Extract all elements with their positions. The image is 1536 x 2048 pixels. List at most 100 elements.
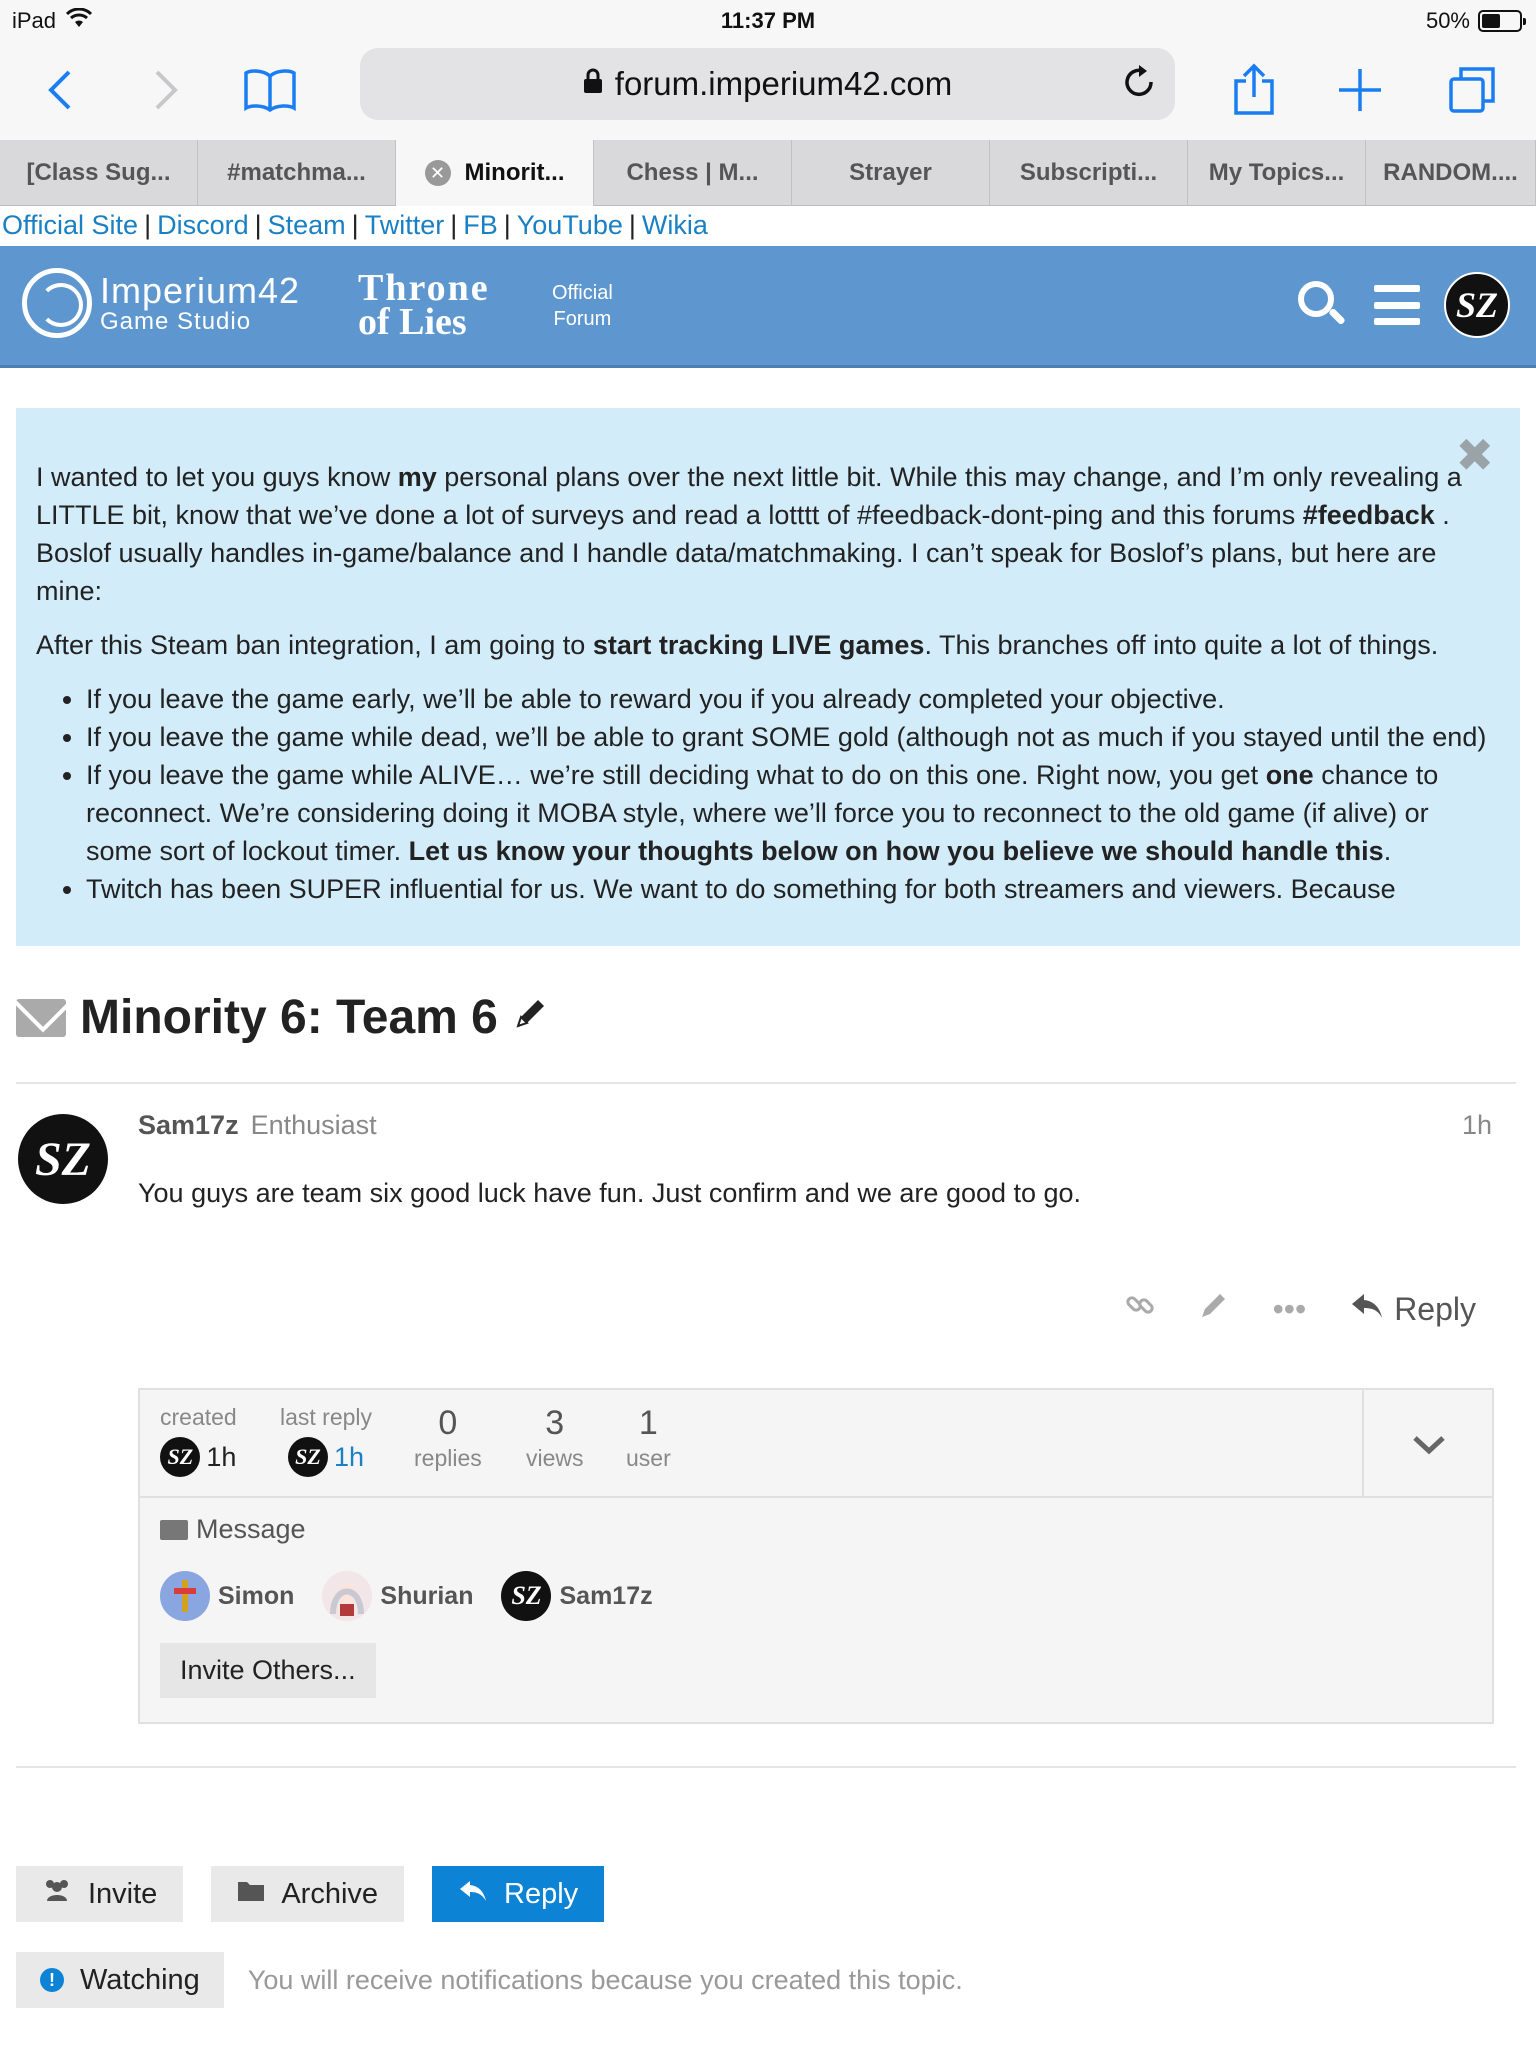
tab-label: Strayer — [849, 159, 932, 186]
tab-bar: [Class Sug... #matchma... ✕ Minorit... C… — [0, 140, 1536, 206]
tabs-overview-icon[interactable] — [1442, 60, 1502, 120]
avatar[interactable]: SZ — [288, 1437, 328, 1477]
users-icon — [42, 1877, 72, 1911]
folder-icon — [237, 1878, 265, 1911]
link-fb[interactable]: FB — [463, 210, 498, 240]
bookmarks-icon[interactable] — [240, 60, 300, 120]
battery-icon — [1478, 10, 1526, 32]
list-item: If you leave the game while dead, we’ll … — [86, 718, 1500, 756]
views-count: 3 — [545, 1404, 565, 1442]
game-logo[interactable]: Throne of Lies — [358, 266, 490, 344]
participant[interactable]: Simon — [160, 1571, 294, 1621]
address-bar[interactable]: forum.imperium42.com — [360, 48, 1175, 120]
studio-logo[interactable]: Imperium42 Game Studio — [22, 268, 300, 338]
last-reply-info: last reply SZ 1h — [280, 1404, 372, 1477]
tab-label: Chess | M... — [626, 159, 759, 186]
tab-item[interactable]: Subscripti... — [990, 140, 1188, 206]
back-icon[interactable] — [30, 60, 90, 120]
invite-button[interactable]: Invite — [16, 1866, 184, 1922]
tab-label: [Class Sug... — [26, 159, 171, 186]
message-label: Message — [160, 1514, 653, 1545]
views-stat: 3 views — [526, 1404, 584, 1472]
site-links: Official Site | Discord | Steam | Twitter | FB | Y… — [2, 210, 708, 240]
new-tab-icon[interactable] — [1330, 60, 1390, 120]
topic-footer-buttons: Invite Archive Reply — [16, 1866, 605, 1922]
edit-icon[interactable] — [1199, 1290, 1229, 1328]
lock-icon — [583, 68, 603, 101]
close-tab-icon[interactable]: ✕ — [424, 160, 451, 186]
tab-item[interactable]: Strayer — [792, 140, 990, 206]
tab-item[interactable]: Chess | M... — [594, 140, 792, 206]
tab-item[interactable]: #matchma... — [198, 140, 396, 206]
notification-level-button[interactable]: ! Watching — [16, 1952, 224, 2008]
link-steam[interactable]: Steam — [268, 210, 346, 240]
avatar[interactable]: SZ — [18, 1114, 108, 1204]
link-twitter[interactable]: Twitter — [365, 210, 445, 240]
hamburger-menu-icon[interactable] — [1374, 285, 1420, 325]
announcement-list: If you leave the game early, we’ll be ab… — [86, 680, 1500, 908]
link-wikia[interactable]: Wikia — [642, 210, 708, 240]
reload-icon[interactable] — [1123, 62, 1157, 110]
private-message-icon — [16, 998, 66, 1037]
official-label-line2: Forum — [553, 308, 612, 330]
archive-button[interactable]: Archive — [211, 1866, 405, 1922]
reply-icon — [1350, 1291, 1384, 1328]
link-discord[interactable]: Discord — [157, 210, 249, 240]
list-item: Twitch has been SUPER influential for us… — [86, 870, 1500, 908]
expand-topic-map-button[interactable] — [1362, 1390, 1494, 1496]
list-item: If you leave the game while ALIVE… we’re… — [86, 756, 1500, 870]
link-icon[interactable] — [1125, 1290, 1155, 1328]
tab-item-active[interactable]: ✕ Minorit... — [396, 140, 594, 206]
divider — [16, 1766, 1516, 1768]
participant[interactable]: Shurian — [322, 1571, 473, 1621]
replies-stat: 0 replies — [414, 1404, 482, 1472]
tab-label: Minorit... — [464, 159, 565, 186]
views-label: views — [526, 1445, 584, 1471]
forum-header: Imperium42 Game Studio Throne of Lies Of… — [0, 246, 1536, 368]
envelope-icon — [160, 1519, 188, 1540]
chevron-down-icon — [1412, 1421, 1446, 1466]
official-forum-label: Official Forum — [552, 280, 613, 332]
avatar: SZ — [501, 1571, 552, 1621]
replies-label: replies — [414, 1445, 482, 1471]
tab-item[interactable]: My Topics... — [1188, 140, 1366, 206]
last-reply-value[interactable]: 1h — [334, 1442, 364, 1473]
participant-name: Simon — [218, 1581, 295, 1610]
notification-status: ! Watching You will receive notification… — [16, 1952, 963, 2008]
participant-name: Sam17z — [559, 1581, 653, 1610]
created-value: 1h — [206, 1441, 237, 1472]
forward-icon[interactable] — [136, 60, 196, 120]
link-official-site[interactable]: Official Site — [2, 210, 138, 240]
edit-title-icon[interactable] — [514, 996, 548, 1039]
topic-header: Minority 6: Team 6 — [16, 990, 548, 1045]
user-avatar[interactable]: SZ — [1444, 272, 1510, 338]
url-text: forum.imperium42.com — [614, 65, 953, 102]
participant[interactable]: SZ Sam17z — [501, 1571, 653, 1621]
status-bar: iPad 11:37 PM 50% — [0, 0, 1536, 40]
invite-others-button[interactable]: Invite Others... — [160, 1643, 376, 1698]
share-icon[interactable] — [1224, 60, 1284, 120]
battery-percent: 50% — [1425, 8, 1470, 33]
avatar[interactable]: SZ — [160, 1437, 201, 1477]
created-info: created SZ 1h — [160, 1404, 237, 1477]
created-label: created — [160, 1404, 237, 1430]
link-youtube[interactable]: YouTube — [517, 210, 623, 240]
search-icon[interactable] — [1290, 275, 1350, 335]
tab-item[interactable]: [Class Sug... — [0, 140, 198, 206]
more-options-icon[interactable]: ••• — [1273, 1291, 1307, 1328]
tab-item[interactable]: RANDOM.... — [1366, 140, 1536, 206]
post-date[interactable]: 1h — [1462, 1110, 1492, 1141]
avatar — [322, 1571, 373, 1621]
clock: 11:37 PM — [720, 8, 816, 33]
reply-button[interactable]: Reply — [432, 1866, 605, 1922]
participant-name: Shurian — [380, 1581, 474, 1610]
close-icon[interactable]: ✖ — [1455, 432, 1494, 478]
reply-icon — [458, 1878, 488, 1911]
watching-label: Watching — [80, 1963, 200, 1996]
browser-toolbar: forum.imperium42.com — [0, 40, 1536, 140]
divider — [16, 1082, 1516, 1084]
post-controls: ••• Reply — [1125, 1290, 1476, 1328]
avatar — [160, 1571, 210, 1621]
username[interactable]: Sam17z — [138, 1110, 239, 1140]
reply-button[interactable]: Reply — [1350, 1291, 1476, 1328]
